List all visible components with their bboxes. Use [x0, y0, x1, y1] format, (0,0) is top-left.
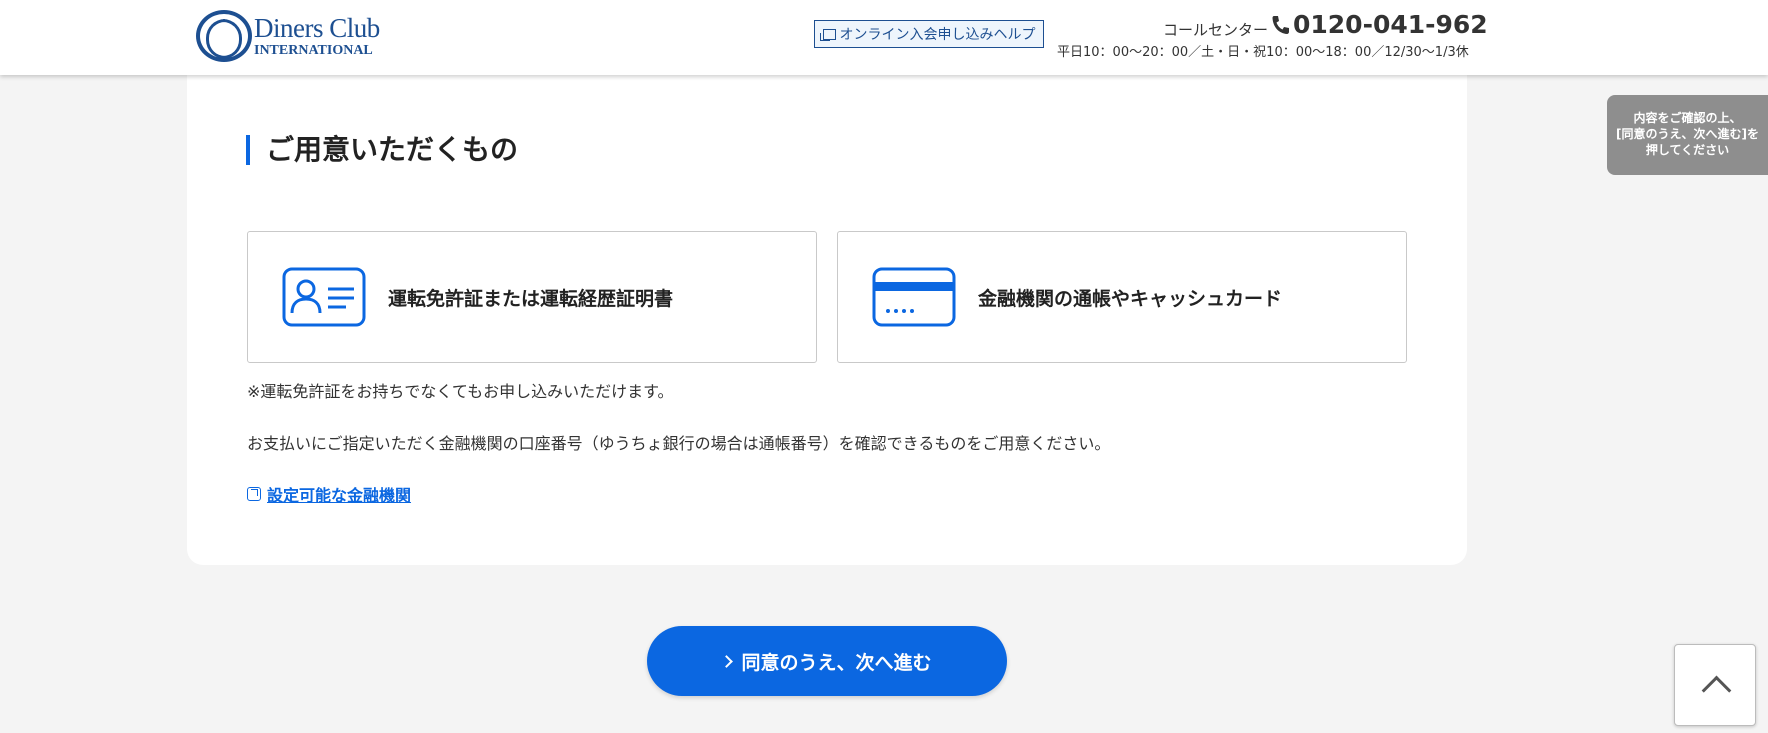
- requirement-label-license: 運転免許証または運転経歴証明書: [388, 287, 674, 310]
- requirement-item-license: 運転免許証または運転経歴証明書: [247, 231, 817, 363]
- requirement-label-bank: 金融機関の通帳やキャッシュカード: [978, 287, 1283, 310]
- logo-line1: Diners Club: [254, 12, 380, 43]
- side-tip-banner: 内容をご確認の上、 [同意のうえ、次へ進む]を 押してください: [1607, 95, 1768, 175]
- agree-next-button[interactable]: 同意のうえ、次へ進む: [647, 626, 1007, 696]
- available-banks-link[interactable]: 設定可能な金融機関: [247, 482, 411, 506]
- diners-logo-mark-icon: [196, 10, 252, 62]
- side-tip-line1: 内容をご確認の上、: [1633, 111, 1742, 125]
- requirement-item-bank: 金融機関の通帳やキャッシュカード: [837, 231, 1407, 363]
- section-title: ご用意いただくもの: [246, 135, 518, 165]
- requirements-card: ご用意いただくもの 運転免許証または運転経歴証明書 金融機関の通帳やキャッシュカ…: [187, 75, 1467, 565]
- call-center-label: コールセンター: [1163, 21, 1269, 39]
- call-center-hours: 平日10：00〜20：00／土・日・祝10：00〜18：00／12/30〜1/3…: [1057, 45, 1469, 60]
- site-header: Diners Club INTERNATIONAL オンライン入会申し込みヘルプ…: [0, 0, 1768, 75]
- chevron-right-icon: [720, 654, 734, 668]
- side-tip-line2: [同意のうえ、次へ進む]を: [1616, 127, 1759, 141]
- available-banks-link-label: 設定可能な金融機関: [267, 486, 412, 505]
- call-center-number[interactable]: 0120-041-962: [1270, 10, 1488, 39]
- help-button-label: オンライン入会申し込みヘルプ: [839, 27, 1036, 43]
- phone-icon: [1272, 15, 1289, 34]
- online-application-help-button[interactable]: オンライン入会申し込みヘルプ: [814, 20, 1044, 48]
- back-to-top-button[interactable]: [1674, 644, 1756, 726]
- diners-club-logo[interactable]: Diners Club INTERNATIONAL: [196, 10, 380, 62]
- id-card-icon: [282, 267, 366, 327]
- external-link-icon: [247, 487, 261, 501]
- external-window-icon: [819, 28, 836, 41]
- logo-line2: INTERNATIONAL: [254, 42, 373, 58]
- bank-card-icon: [872, 267, 956, 327]
- call-number-text: 0120-041-962: [1293, 10, 1488, 39]
- account-note: お支払いにご指定いただく金融機関の口座番号（ゆうちょ銀行の場合は通帳番号）を確認…: [247, 434, 1111, 453]
- agree-next-label: 同意のうえ、次へ進む: [741, 651, 932, 674]
- logo-wordmark: Diners Club INTERNATIONAL: [254, 12, 380, 58]
- chevron-up-icon: [1701, 675, 1732, 706]
- license-note: ※運転免許証をお持ちでなくてもお申し込みいただけます。: [247, 382, 674, 401]
- side-tip-line3: 押してください: [1645, 143, 1730, 157]
